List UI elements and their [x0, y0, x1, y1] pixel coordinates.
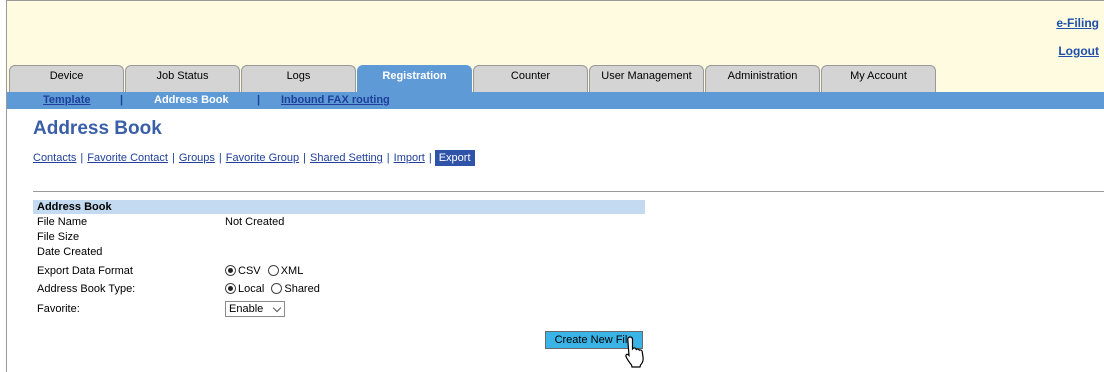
submenu-contacts[interactable]: Contacts — [33, 152, 76, 164]
submenu-separator: | — [80, 152, 84, 164]
page-title: Address Book — [33, 118, 162, 139]
subnav-template[interactable]: Template — [43, 94, 90, 106]
csv-radio-label: CSV — [238, 265, 261, 277]
page-frame: e-Filing Logout Device Job Status Logs R… — [6, 0, 1104, 372]
file-size-label: File Size — [37, 231, 80, 243]
chevron-down-icon — [272, 303, 282, 313]
tab-administration[interactable]: Administration — [705, 65, 820, 92]
tab-registration[interactable]: Registration — [357, 65, 472, 92]
favorite-label: Favorite: — [37, 303, 80, 315]
file-name-value: Not Created — [225, 216, 285, 228]
favorite-select[interactable]: Enable — [225, 301, 285, 317]
submenu-separator: | — [218, 152, 222, 164]
submenu-favorite-group[interactable]: Favorite Group — [226, 152, 299, 164]
shared-radio-label: Shared — [284, 283, 320, 295]
submenu-separator: | — [303, 152, 307, 164]
section-header: Address Book — [33, 200, 645, 214]
export-format-group: CSV XML — [225, 265, 307, 277]
tab-logs[interactable]: Logs — [241, 65, 356, 92]
hand-pointer-icon — [625, 336, 644, 368]
tab-counter[interactable]: Counter — [473, 65, 588, 92]
submenu-separator: | — [428, 152, 432, 164]
file-name-label: File Name — [37, 216, 88, 228]
tab-user-management[interactable]: User Management — [589, 65, 704, 92]
efiling-link[interactable]: e-Filing — [1056, 16, 1099, 30]
export-format-label: Export Data Format — [37, 265, 133, 277]
favorite-select-value: Enable — [229, 303, 264, 315]
tab-device[interactable]: Device — [9, 65, 124, 92]
tab-job-status[interactable]: Job Status — [125, 65, 240, 92]
date-created-label: Date Created — [37, 246, 103, 258]
shared-radio[interactable] — [271, 283, 283, 294]
csv-radio[interactable] — [225, 265, 236, 276]
book-type-label: Address Book Type: — [37, 283, 136, 295]
submenu-favorite-contact[interactable]: Favorite Contact — [87, 152, 168, 164]
logout-link[interactable]: Logout — [1058, 44, 1099, 58]
xml-radio-label: XML — [280, 265, 304, 277]
sub-navigation: Template | Address Book | Inbound FAX ro… — [7, 92, 1104, 109]
top-bar: e-Filing Logout — [7, 1, 1104, 65]
subnav-inbound-fax[interactable]: Inbound FAX routing — [281, 94, 390, 106]
divider — [33, 191, 1104, 192]
submenu-separator: | — [386, 152, 390, 164]
submenu-shared-setting[interactable]: Shared Setting — [310, 152, 383, 164]
tab-my-account[interactable]: My Account — [821, 65, 936, 92]
address-book-submenu: Contacts | Favorite Contact | Groups | Favorit… — [33, 150, 475, 168]
submenu-separator: | — [171, 152, 175, 164]
submenu-export[interactable]: Export — [434, 150, 475, 166]
submenu-groups[interactable]: Groups — [179, 152, 215, 164]
book-type-group: Local Shared — [225, 283, 324, 295]
subnav-separator: | — [257, 94, 261, 106]
local-radio[interactable] — [225, 283, 236, 294]
subnav-address-book[interactable]: Address Book — [154, 94, 229, 106]
main-tabs: Device Job Status Logs Registration Coun… — [7, 65, 1104, 92]
subnav-separator: | — [120, 94, 124, 106]
xml-radio[interactable] — [267, 265, 279, 276]
submenu-import[interactable]: Import — [394, 152, 425, 164]
local-radio-label: Local — [238, 283, 265, 295]
